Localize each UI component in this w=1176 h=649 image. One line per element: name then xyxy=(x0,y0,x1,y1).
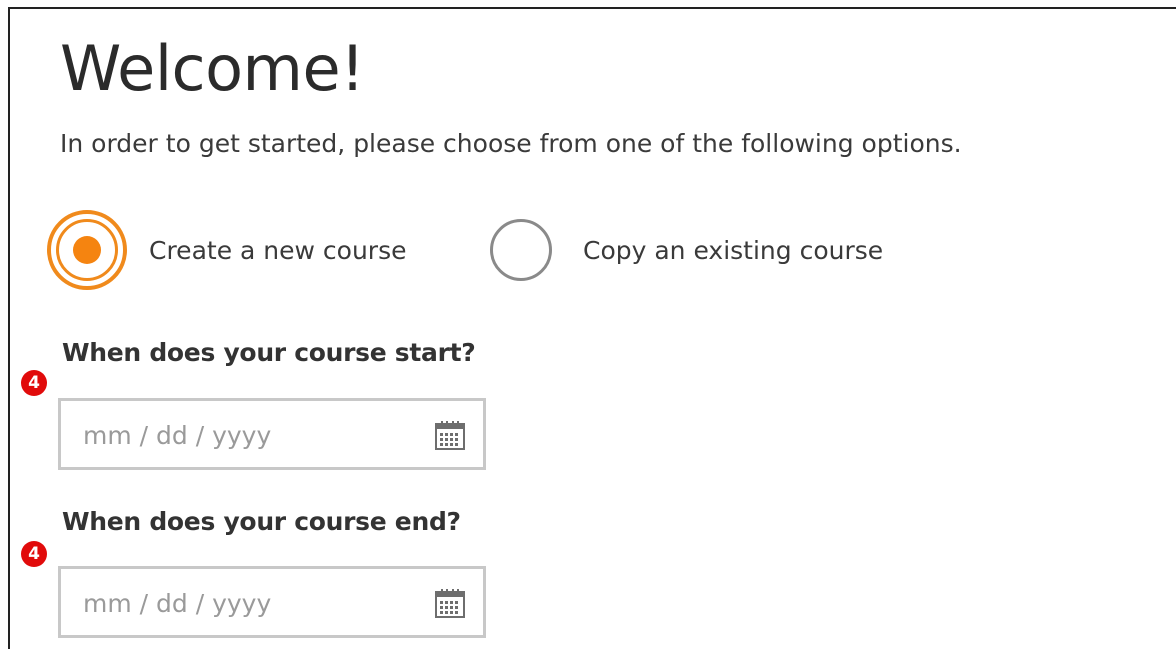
end-date-question: When does your course end? xyxy=(62,507,461,536)
annotation-badge-start: 4 xyxy=(21,370,47,396)
calendar-icon[interactable] xyxy=(434,587,466,619)
end-date-placeholder: mm / dd / yyyy xyxy=(83,589,272,618)
copy-course-option[interactable]: Copy an existing course xyxy=(490,219,883,281)
radio-unselected-icon[interactable] xyxy=(490,219,552,281)
annotation-badge-end: 4 xyxy=(21,541,47,567)
end-date-input[interactable]: mm / dd / yyyy xyxy=(58,566,486,638)
calendar-icon[interactable] xyxy=(434,419,466,451)
create-course-option[interactable]: Create a new course xyxy=(47,210,406,290)
create-course-label[interactable]: Create a new course xyxy=(149,236,406,265)
start-date-input[interactable]: mm / dd / yyyy xyxy=(58,398,486,470)
start-date-question: When does your course start? xyxy=(62,338,476,367)
radio-selected-icon[interactable] xyxy=(47,210,127,290)
start-date-placeholder: mm / dd / yyyy xyxy=(83,421,272,450)
page-title: Welcome! xyxy=(60,32,365,105)
page-subtitle: In order to get started, please choose f… xyxy=(60,129,962,158)
copy-course-label[interactable]: Copy an existing course xyxy=(583,236,883,265)
